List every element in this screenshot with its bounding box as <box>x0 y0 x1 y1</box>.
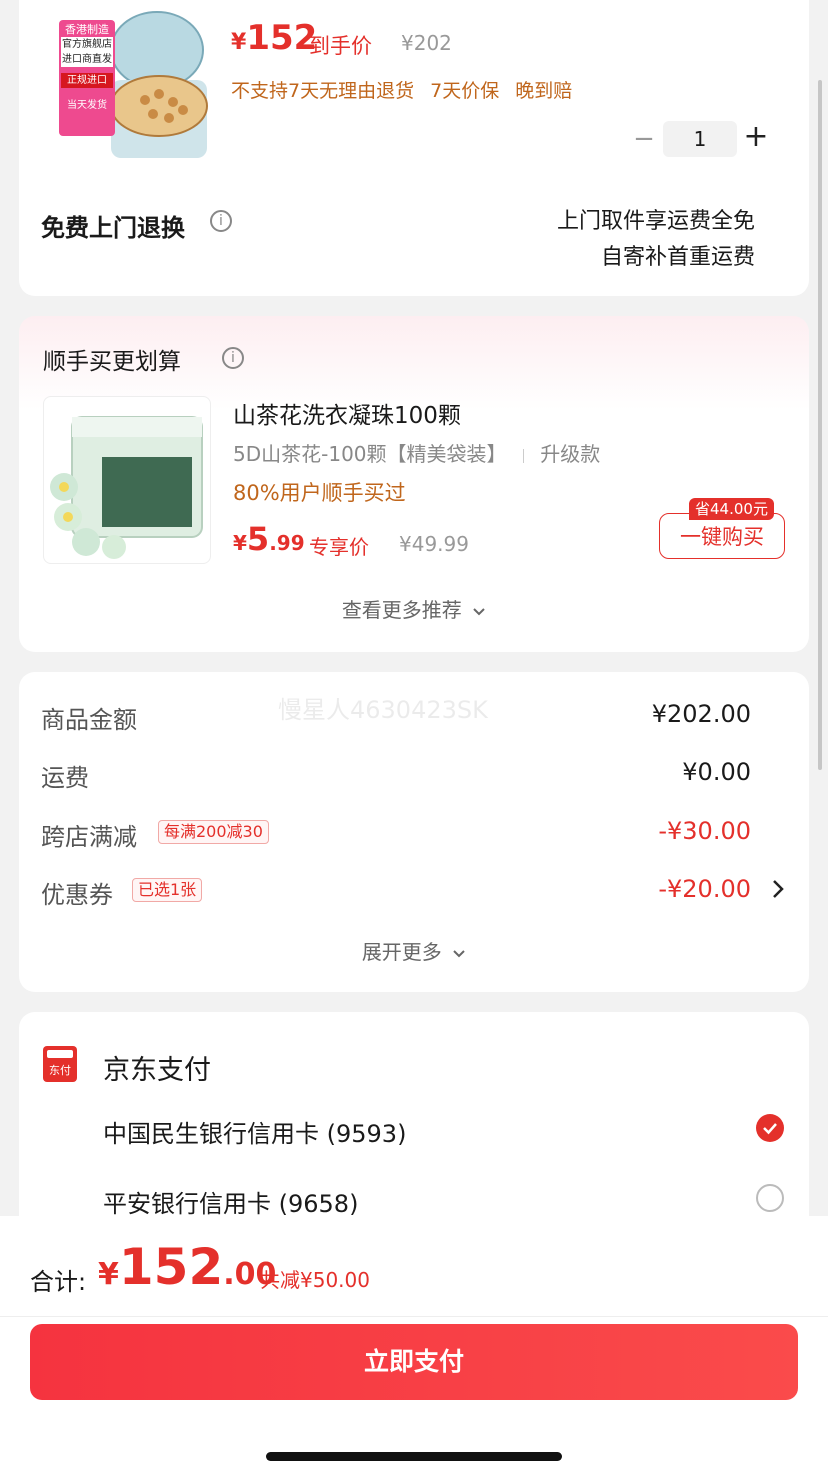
return-note-free: 上门取件享运费全免 <box>556 209 755 234</box>
jd-pay-icon-text: 东付 <box>49 1064 71 1077</box>
quantity-value[interactable]: 1 <box>663 121 737 157</box>
upsell-title: 顺手买更划算 <box>43 349 181 375</box>
upsell-card: 顺手买更划算 i 山茶花洗衣凝珠100颗 5D山茶花-100颗【精美袋装】 升级… <box>19 316 809 652</box>
variant-extra: 升级款 <box>540 442 601 466</box>
summary-label-coupon: 优惠券 <box>41 881 113 909</box>
payment-option-pingan[interactable]: 平安银行信用卡 (9658) <box>103 1184 358 1219</box>
social-proof: 80%用户顺手买过 <box>233 481 406 505</box>
summary-value-coupon[interactable]: -¥20.00 <box>551 875 751 903</box>
total-amount: ¥152.00 <box>98 1238 276 1296</box>
payment-title: 京东支付 <box>103 1055 211 1086</box>
jd-pay-icon: 东付 <box>43 1046 77 1082</box>
quantity-increase-button[interactable]: + <box>743 119 769 155</box>
divider <box>522 448 524 463</box>
radio-unselected-icon[interactable] <box>756 1184 784 1212</box>
product-image[interactable]: 香港制造 官方旗舰店 进口商直发 正规进口 当天发货 <box>53 10 209 158</box>
pay-now-button[interactable]: 立即支付 <box>30 1324 798 1400</box>
service-late-compensation: 晚到赔 <box>515 80 573 102</box>
currency-symbol: ¥ <box>233 531 247 555</box>
return-note-self: 自寄补首重运费 <box>600 245 755 270</box>
price-label: 到手价 <box>309 34 372 58</box>
total-label: 合计: <box>30 1268 87 1296</box>
expand-more-label: 展开更多 <box>361 940 442 964</box>
img-text: 当天发货 <box>67 100 107 111</box>
exclusive-price-label: 专享价 <box>309 535 369 559</box>
img-text: 香港制造 <box>65 23 109 36</box>
more-recommendations-label: 查看更多推荐 <box>341 598 462 622</box>
original-price: ¥202 <box>401 31 452 55</box>
img-text: 进口商直发 <box>61 52 113 67</box>
payment-option-minsheng[interactable]: 中国民生银行信用卡 (9593) <box>103 1114 406 1149</box>
total-saved: 共减¥50.00 <box>260 1268 370 1292</box>
upsell-product-name: 山茶花洗衣凝珠100颗 <box>233 403 461 429</box>
watermark: 慢星人4630423SK <box>278 696 488 724</box>
more-recommendations-link[interactable]: 查看更多推荐 <box>19 594 809 623</box>
quantity-decrease-button[interactable]: − <box>631 121 657 157</box>
upsell-original-price: ¥49.99 <box>399 532 469 556</box>
upsell-price: ¥5.99 <box>233 520 305 558</box>
img-text: 官方旗舰店 <box>61 37 113 52</box>
currency-symbol: ¥ <box>231 30 247 55</box>
upsell-variant: 5D山茶花-100颗【精美袋装】 升级款 <box>233 438 600 467</box>
service-price-protect: 7天价保 <box>430 80 500 102</box>
summary-label-cross-store: 跨店满减 <box>41 823 137 851</box>
cross-store-tag: 每满200减30 <box>158 820 269 844</box>
product-card: 香港制造 官方旗舰店 进口商直发 正规进口 当天发货 ¥152 到手价 ¥202… <box>19 0 809 296</box>
divider <box>0 1316 828 1317</box>
info-icon[interactable]: i <box>222 347 244 369</box>
expand-more-link[interactable]: 展开更多 <box>19 936 809 965</box>
price-dec: .99 <box>269 531 305 555</box>
chevron-right-icon[interactable] <box>771 878 785 904</box>
summary-label-goods: 商品金额 <box>41 706 137 734</box>
return-notes: 上门取件享运费全免 自寄补首重运费 <box>557 204 755 276</box>
product-price: ¥152 <box>231 18 317 58</box>
summary-label-shipping: 运费 <box>41 764 89 792</box>
coupon-tag: 已选1张 <box>132 878 203 902</box>
chevron-down-icon <box>472 598 486 622</box>
summary-value-shipping: ¥0.00 <box>682 758 751 786</box>
home-indicator[interactable] <box>266 1452 562 1461</box>
checkmark-selected-icon[interactable] <box>756 1114 784 1142</box>
service-tags: 不支持7天无理由退货 7天价保 晚到赔 <box>231 76 572 103</box>
summary-value-cross-store: -¥30.00 <box>658 817 751 845</box>
service-no-return: 不支持7天无理由退货 <box>231 80 415 102</box>
scrollbar[interactable] <box>818 80 822 770</box>
currency-symbol: ¥ <box>98 1257 119 1292</box>
free-return-title: 免费上门退换 <box>41 214 185 242</box>
variant-name: 5D山茶花-100颗【精美袋装】 <box>233 442 507 466</box>
price-int: 5 <box>246 520 270 558</box>
summary-value-goods: ¥202.00 <box>651 700 751 728</box>
img-text: 正规进口 <box>61 73 113 88</box>
save-badge: 省44.00元 <box>689 498 774 520</box>
bottom-checkout-bar: 合计: ¥152.00 共减¥50.00 立即支付 <box>0 1216 828 1476</box>
upsell-product-image[interactable] <box>43 396 211 564</box>
chevron-down-icon <box>452 940 466 964</box>
price-value: 152 <box>246 18 318 58</box>
total-int: 152 <box>118 1238 224 1296</box>
info-icon[interactable]: i <box>210 210 232 232</box>
